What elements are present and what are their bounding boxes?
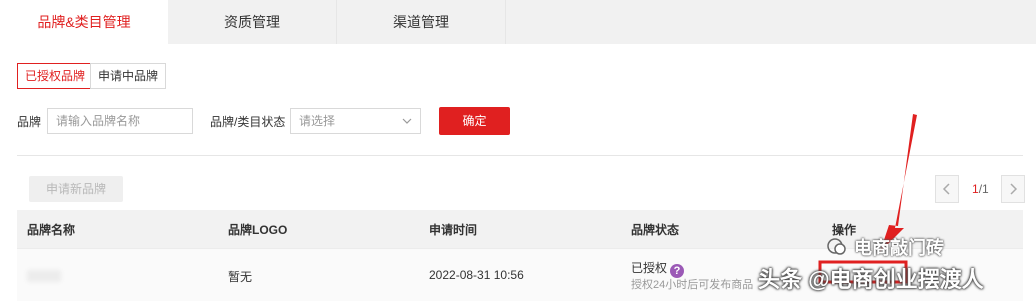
- next-page-button[interactable]: [1001, 175, 1025, 203]
- chevron-left-icon: [942, 183, 950, 195]
- status-select-value: 请选择: [299, 114, 336, 128]
- apply-new-brand-button[interactable]: 申请新品牌: [29, 176, 123, 202]
- confirm-button[interactable]: 确定: [439, 107, 510, 135]
- col-brand-status: 品牌状态: [631, 223, 680, 237]
- tab-channel[interactable]: 渠道管理: [337, 0, 506, 44]
- col-apply-time: 申请时间: [429, 223, 478, 237]
- status-text: 已授权: [631, 261, 668, 275]
- apply-time-cell: 2022-08-31 10:56: [429, 268, 524, 282]
- brand-name-redacted: [27, 270, 61, 282]
- status-label: 品牌/类目状态: [210, 115, 286, 129]
- wechat-icon: [827, 238, 846, 255]
- prev-page-button[interactable]: [935, 175, 959, 203]
- chevron-right-icon: [1010, 183, 1018, 195]
- tab-brand-category[interactable]: 品牌&类目管理: [0, 0, 168, 44]
- page-indicator: 1/1: [972, 182, 989, 196]
- tab-qualification[interactable]: 资质管理: [168, 0, 337, 44]
- subtab-pending-brands[interactable]: 申请中品牌: [90, 63, 167, 89]
- status-select[interactable]: 请选择: [290, 108, 421, 134]
- watermark-bottom: 头条 @电商创业摆渡人: [758, 267, 984, 292]
- brand-label: 品牌: [17, 115, 42, 129]
- brand-logo-cell: 暂无: [228, 270, 253, 284]
- divider: [17, 155, 1023, 156]
- col-brand-name: 品牌名称: [27, 223, 76, 237]
- chevron-down-icon: [402, 118, 412, 124]
- subtab-authorized-brands[interactable]: 已授权品牌: [17, 63, 94, 89]
- brand-search-input[interactable]: 请输入品牌名称: [47, 108, 193, 134]
- top-tab-bar: 品牌&类目管理 资质管理 渠道管理: [0, 0, 1036, 44]
- col-brand-logo: 品牌LOGO: [228, 223, 288, 237]
- status-note: 授权24小时后可发布商品: [631, 279, 754, 291]
- watermark-top: 电商敲门砖: [826, 234, 944, 260]
